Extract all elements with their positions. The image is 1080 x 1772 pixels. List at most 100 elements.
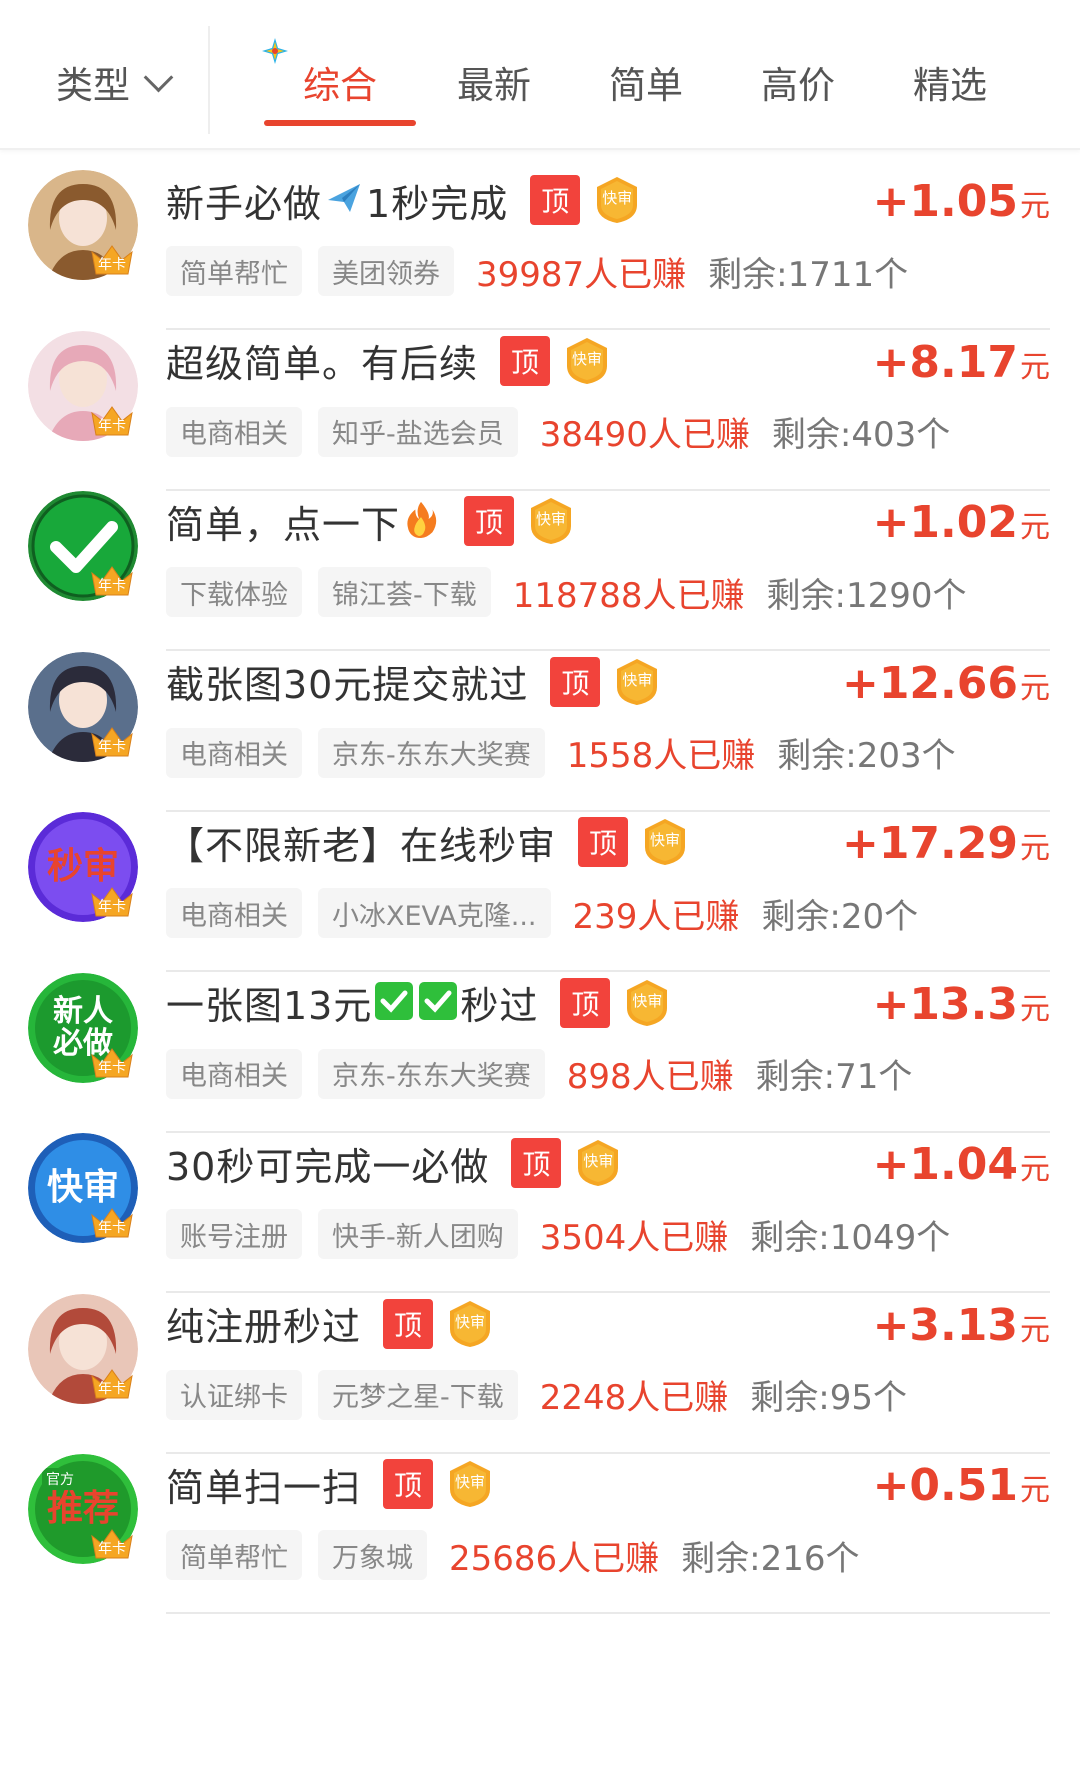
fast-review-label: 快审 [455,1473,486,1491]
tab-label: 最新 [457,64,531,107]
top-badge: 顶 [511,1138,562,1188]
remaining-count: 剩余:403个 [771,415,951,455]
tab-simple[interactable]: 简单 [598,52,694,112]
reward-unit: 元 [1020,1152,1050,1187]
task-row[interactable]: 新人必做 年卡 一张图13元 秒过顶快审 +13.3 元电商相关 京东-东东大奖赛 898人已… [0,953,1080,1133]
top-badge: 顶 [550,656,601,707]
top-badge: 顶 [500,335,551,386]
task-tag: 电商相关 [166,888,302,938]
task-meta-line: 电商相关 京东-东东大奖赛 898人已赚 剩余:71个 [166,1048,912,1099]
task-tag: 元梦之星-下载 [318,1369,518,1420]
task-tag: 万象城 [318,1530,427,1580]
reward-value: +1.02 [872,497,1018,548]
reward-unit: 元 [1020,670,1050,706]
fast-review-badge: 快审 [612,657,662,707]
task-tag: 账号注册 [166,1209,302,1259]
active-tab-indicator [264,120,416,126]
task-title: 【不限新老】在线秒审 [166,823,557,868]
avatar-badge-label: 年卡 [98,257,126,273]
task-row[interactable]: 年卡 超级简单。有后续顶 快审 +8.17 元电商相关 知乎-盐选会员 38490人已赚 剩余… [0,311,1080,491]
tab-comprehensive[interactable]: 综合 [264,52,416,112]
earned-count: 898人已赚 [566,1057,734,1097]
avatar-subtext: 官方 [42,1468,78,1490]
tab-high-price[interactable]: 高价 [750,52,846,112]
reward-amount: +13.3 元 [873,979,1050,1035]
task-title-line: 纯注册秒过顶 快审 [166,1296,495,1352]
avatar-badge-label: 年卡 [98,1059,126,1076]
tab-label: 高价 [761,64,835,107]
airplane-icon [324,178,364,222]
task-row[interactable]: 年卡 纯注册秒过顶 快审 +3.13 元认证绑卡 元梦之星-下载 2248人已赚 剩余:95个 [0,1274,1080,1454]
task-title-line: 截张图30元提交就过顶 快审 [166,654,662,710]
task-row[interactable]: 快审 年卡 30秒可完成一必做顶 快审 +1.04 元账号注册 快手-新人团购 3504人已赚… [0,1113,1080,1293]
task-meta-line: 认证绑卡 元梦之星-下载 2248人已赚 剩余:95个 [166,1369,907,1420]
earned-count: 1558人已赚 [566,736,756,776]
crown-badge-icon: 年卡 [88,1205,136,1239]
task-row[interactable]: 推荐 官方 年卡 简单扫一扫顶快审 +0.51 元简单帮忙 万象城 25686人已赚 剩余:21… [0,1434,1080,1614]
task-title: 截张图30元提交就过 [166,663,529,707]
fast-review-badge: 快审 [640,817,690,867]
earned-count: 3504人已赚 [539,1217,729,1258]
reward-amount: +17.29 元 [842,818,1050,874]
reward-unit: 元 [1020,1312,1050,1348]
fast-review-label: 快审 [583,1152,614,1170]
top-badge: 顶 [383,1298,434,1349]
reward-unit: 元 [1020,189,1050,224]
fast-review-badge: 快审 [445,1299,495,1349]
reward-amount: +8.17 元 [873,337,1050,393]
remaining-count: 剩余:20个 [761,896,919,937]
earned-count: 118788人已赚 [512,575,745,616]
type-filter-label: 类型 [56,64,130,107]
reward-value: +0.51 [872,1460,1018,1511]
fast-review-badge: 快审 [622,978,672,1028]
task-row[interactable]: 秒审 年卡 【不限新老】在线秒审顶快审 +17.29 元电商相关 小冰XEVA克隆... 2… [0,792,1080,972]
crown-badge-icon: 年卡 [88,1045,136,1079]
earned-count: 39987人已赚 [476,254,687,295]
remaining-count: 剩余:1711个 [708,254,909,295]
task-meta-line: 账号注册 快手-新人团购 3504人已赚 剩余:1049个 [166,1209,950,1259]
tab-featured[interactable]: 精选 [902,52,998,112]
task-row[interactable]: 年卡 新手必做 1秒完成顶 快审 +1.05 元简单帮忙 美团领券 39987人已赚 剩余:17… [0,150,1080,330]
top-badge: 顶 [383,1459,434,1509]
task-tag: 电商相关 [166,727,302,778]
task-title: 一张图13元 [166,984,373,1028]
check-box-icon [418,981,458,1025]
task-title-line: 新手必做 1秒完成顶 快审 [166,172,642,228]
avatar-badge-label: 年卡 [98,578,126,594]
task-meta-line: 简单帮忙 美团领券 39987人已赚 剩余:1711个 [166,246,908,296]
task-title: 超级简单。有后续 [166,342,479,386]
task-title: 秒过 [460,984,539,1028]
reward-value: +3.13 [872,1299,1018,1351]
earned-count: 38490人已赚 [539,415,750,455]
chevron-down-icon [143,62,174,92]
fast-review-label: 快审 [455,1312,486,1331]
task-row[interactable]: 年卡 简单，点一下 顶 快审 +1.02 元下载体验 锦江荟-下载 118788人已赚 剩余:1… [0,471,1080,651]
task-meta-line: 下载体验 锦江荟-下载 118788人已赚 剩余:1290个 [166,567,967,617]
task-tag: 锦江荟-下载 [318,567,491,617]
task-row[interactable]: 年卡 截张图30元提交就过顶 快审 +12.66 元电商相关 京东-东东大奖赛 1558人已… [0,632,1080,812]
remaining-count: 剩余:1290个 [766,575,967,616]
fast-review-badge: 快审 [526,496,576,546]
tab-latest[interactable]: 最新 [446,52,542,112]
fast-review-badge: 快审 [445,1459,495,1509]
reward-value: +12.66 [841,657,1018,709]
type-filter-dropdown[interactable]: 类型 [56,52,174,112]
task-tag: 小冰XEVA克隆... [318,888,551,938]
remaining-count: 剩余:95个 [750,1378,907,1418]
task-tag: 美团领券 [318,246,454,296]
fast-review-label: 快审 [602,189,633,207]
avatar-badge-label: 年卡 [98,1541,126,1557]
crown-badge-icon: 年卡 [88,403,136,437]
fast-review-badge: 快审 [592,175,642,225]
fast-review-badge: 快审 [573,1138,623,1188]
filter-divider [208,26,210,134]
filter-bar: 类型 综合 最新 简单 高价 精选 [0,0,1080,150]
task-title: 简单扫一扫 [166,1465,362,1510]
earned-count: 25686人已赚 [449,1538,660,1579]
reward-amount: +1.02 元 [873,497,1050,553]
tab-label: 精选 [913,64,987,107]
top-badge: 顶 [530,175,581,225]
task-tag: 京东-东东大奖赛 [318,727,545,778]
task-tag: 京东-东东大奖赛 [318,1048,545,1099]
task-title: 30秒可完成一必做 [166,1144,490,1189]
